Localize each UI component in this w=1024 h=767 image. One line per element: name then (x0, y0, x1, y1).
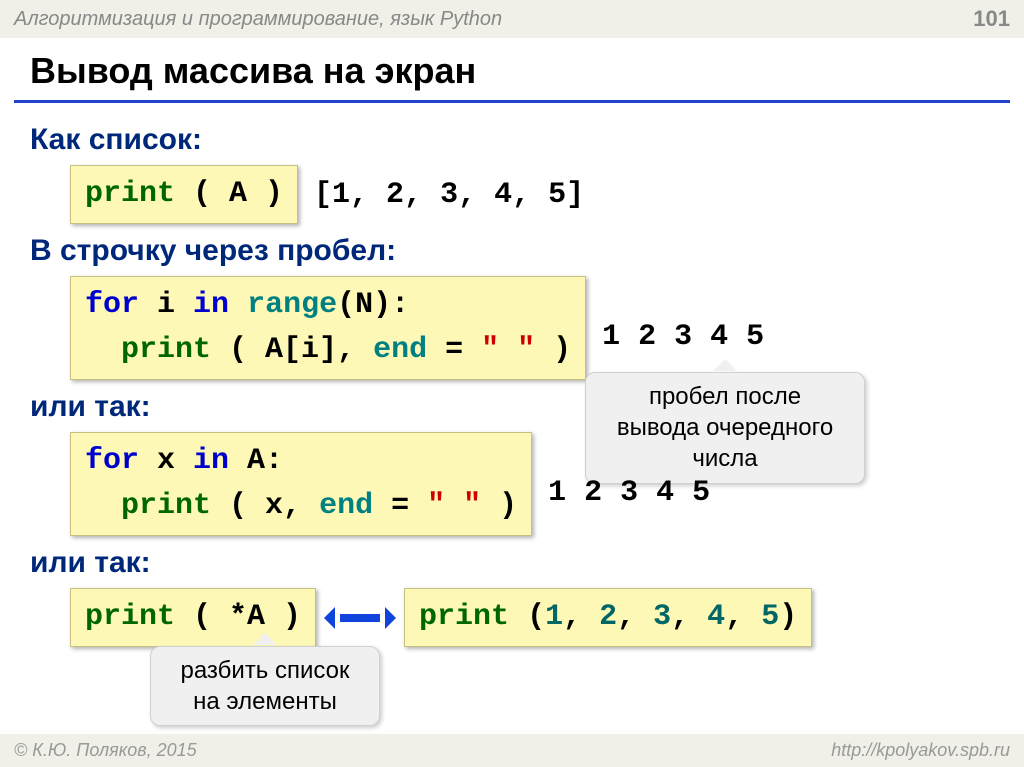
content: Как список: print ( A ) [1, 2, 3, 4, 5] … (0, 103, 1024, 657)
footer-copyright: © К.Ю. Поляков, 2015 (14, 740, 197, 761)
heading-space-sep: В строчку через пробел: (30, 234, 994, 268)
header-topic: Алгоритмизация и программирование, язык … (14, 8, 502, 31)
heading-or-2: или так: (30, 546, 994, 580)
page-title: Вывод массива на экран (0, 38, 1024, 100)
code-print-star-a: print ( *A ) (70, 588, 316, 647)
code-for-x-in-a: for x in A: print ( x, end = " " ) (70, 432, 532, 536)
output-list: [1, 2, 3, 4, 5] (314, 178, 584, 212)
footer: © К.Ю. Поляков, 2015 http://kpolyakov.sp… (0, 734, 1024, 767)
header-bar: Алгоритмизация и программирование, язык … (0, 0, 1024, 38)
callout-split-list: разбить список на элементы (150, 646, 380, 726)
footer-url: http://kpolyakov.spb.ru (831, 740, 1010, 761)
code-print-a: print ( A ) (70, 165, 298, 224)
heading-as-list: Как список: (30, 123, 994, 157)
output-12345-a: 1 2 3 4 5 (602, 320, 764, 354)
page-number: 101 (973, 6, 1010, 32)
output-12345-b: 1 2 3 4 5 (548, 476, 710, 510)
code-for-range: for i in range(N): print ( A[i], end = "… (70, 276, 586, 380)
code-print-expanded: print (1, 2, 3, 4, 5) (404, 588, 812, 647)
double-arrow-icon (330, 607, 390, 629)
